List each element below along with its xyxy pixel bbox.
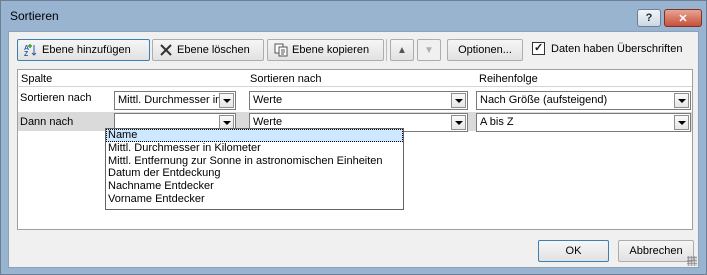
add-level-icon: AZ: [24, 43, 38, 58]
dropdown-option[interactable]: Mittl. Entfernung zur Sonne in astronomi…: [106, 155, 403, 168]
copy-icon: [274, 43, 288, 57]
row2-order-value: A bis Z: [480, 116, 514, 128]
chevron-down-icon[interactable]: [451, 93, 466, 108]
headers-checkbox-row[interactable]: ✓ Daten haben Überschriften: [532, 42, 682, 55]
row2-order-combo[interactable]: A bis Z: [476, 113, 691, 132]
dropdown-option[interactable]: Vorname Entdecker: [106, 193, 403, 206]
chevron-down-icon[interactable]: [451, 115, 466, 130]
resize-grip[interactable]: [687, 256, 697, 266]
row-label-then-by: Dann nach: [20, 116, 74, 128]
copy-level-label: Ebene kopieren: [292, 44, 370, 56]
close-button[interactable]: ✕: [664, 9, 702, 27]
checkmark-icon: ✓: [534, 42, 544, 54]
headers-checkbox-label: Daten haben Überschriften: [551, 42, 683, 55]
column-header-reihenfolge: Reihenfolge: [479, 73, 538, 85]
delete-icon: [159, 43, 173, 57]
row2-sort-on-value: Werte: [253, 116, 283, 128]
move-down-button[interactable]: ▼: [417, 39, 441, 61]
row1-column-value: Mittl. Durchmesser in Kilometer: [118, 94, 232, 106]
ok-button[interactable]: OK: [538, 240, 609, 262]
add-level-label: Ebene hinzufügen: [42, 44, 131, 56]
row1-order-combo[interactable]: Nach Größe (aufsteigend): [476, 91, 691, 110]
ok-label: OK: [565, 245, 582, 257]
column-header-spalte: Spalte: [21, 73, 53, 85]
svg-text:Z: Z: [24, 51, 29, 57]
header-divider: [18, 86, 692, 87]
move-up-button[interactable]: ▲: [390, 39, 414, 61]
delete-level-label: Ebene löschen: [177, 44, 250, 56]
headers-checkbox[interactable]: ✓: [532, 42, 545, 55]
title-bar[interactable]: Sortieren ? ✕: [1, 1, 706, 31]
row1-sort-on-value: Werte: [253, 94, 283, 106]
row1-sort-on-combo[interactable]: Werte: [249, 91, 468, 110]
row1-order-value: Nach Größe (aufsteigend): [480, 94, 608, 106]
row-label-sort-by: Sortieren nach: [20, 92, 92, 104]
delete-level-button[interactable]: Ebene löschen: [152, 39, 264, 61]
options-label: Optionen...: [458, 44, 512, 56]
dropdown-option[interactable]: Name: [106, 129, 403, 142]
dialog-body: AZ Ebene hinzufügen Ebene löschen Ebene …: [8, 31, 699, 268]
add-level-button[interactable]: AZ Ebene hinzufügen: [17, 39, 150, 61]
chevron-down-icon[interactable]: [674, 115, 689, 130]
dropdown-option[interactable]: Nachname Entdecker: [106, 180, 403, 193]
options-button[interactable]: Optionen...: [447, 39, 523, 61]
toolbar-separator: [386, 39, 387, 61]
sort-dialog: Sortieren ? ✕ AZ Ebene hinzufügen Ebene …: [0, 0, 707, 275]
row1-column-combo[interactable]: Mittl. Durchmesser in Kilometer: [114, 91, 236, 110]
dropdown-option[interactable]: Mittl. Durchmesser in Kilometer: [106, 142, 403, 155]
dropdown-option[interactable]: Datum der Entdeckung: [106, 167, 403, 180]
cancel-label: Abbrechen: [629, 245, 683, 257]
dialog-title: Sortieren: [10, 9, 59, 23]
chevron-down-icon[interactable]: [219, 93, 234, 108]
arrow-down-icon: ▼: [424, 44, 434, 56]
copy-level-button[interactable]: Ebene kopieren: [267, 39, 384, 61]
cancel-button[interactable]: Abbrechen: [618, 240, 694, 262]
column-dropdown-list: Name Mittl. Durchmesser in Kilometer Mit…: [105, 128, 404, 210]
column-header-sortieren-nach: Sortieren nach: [250, 73, 322, 85]
arrow-up-icon: ▲: [397, 44, 407, 56]
help-button[interactable]: ?: [637, 9, 661, 27]
chevron-down-icon[interactable]: [674, 93, 689, 108]
